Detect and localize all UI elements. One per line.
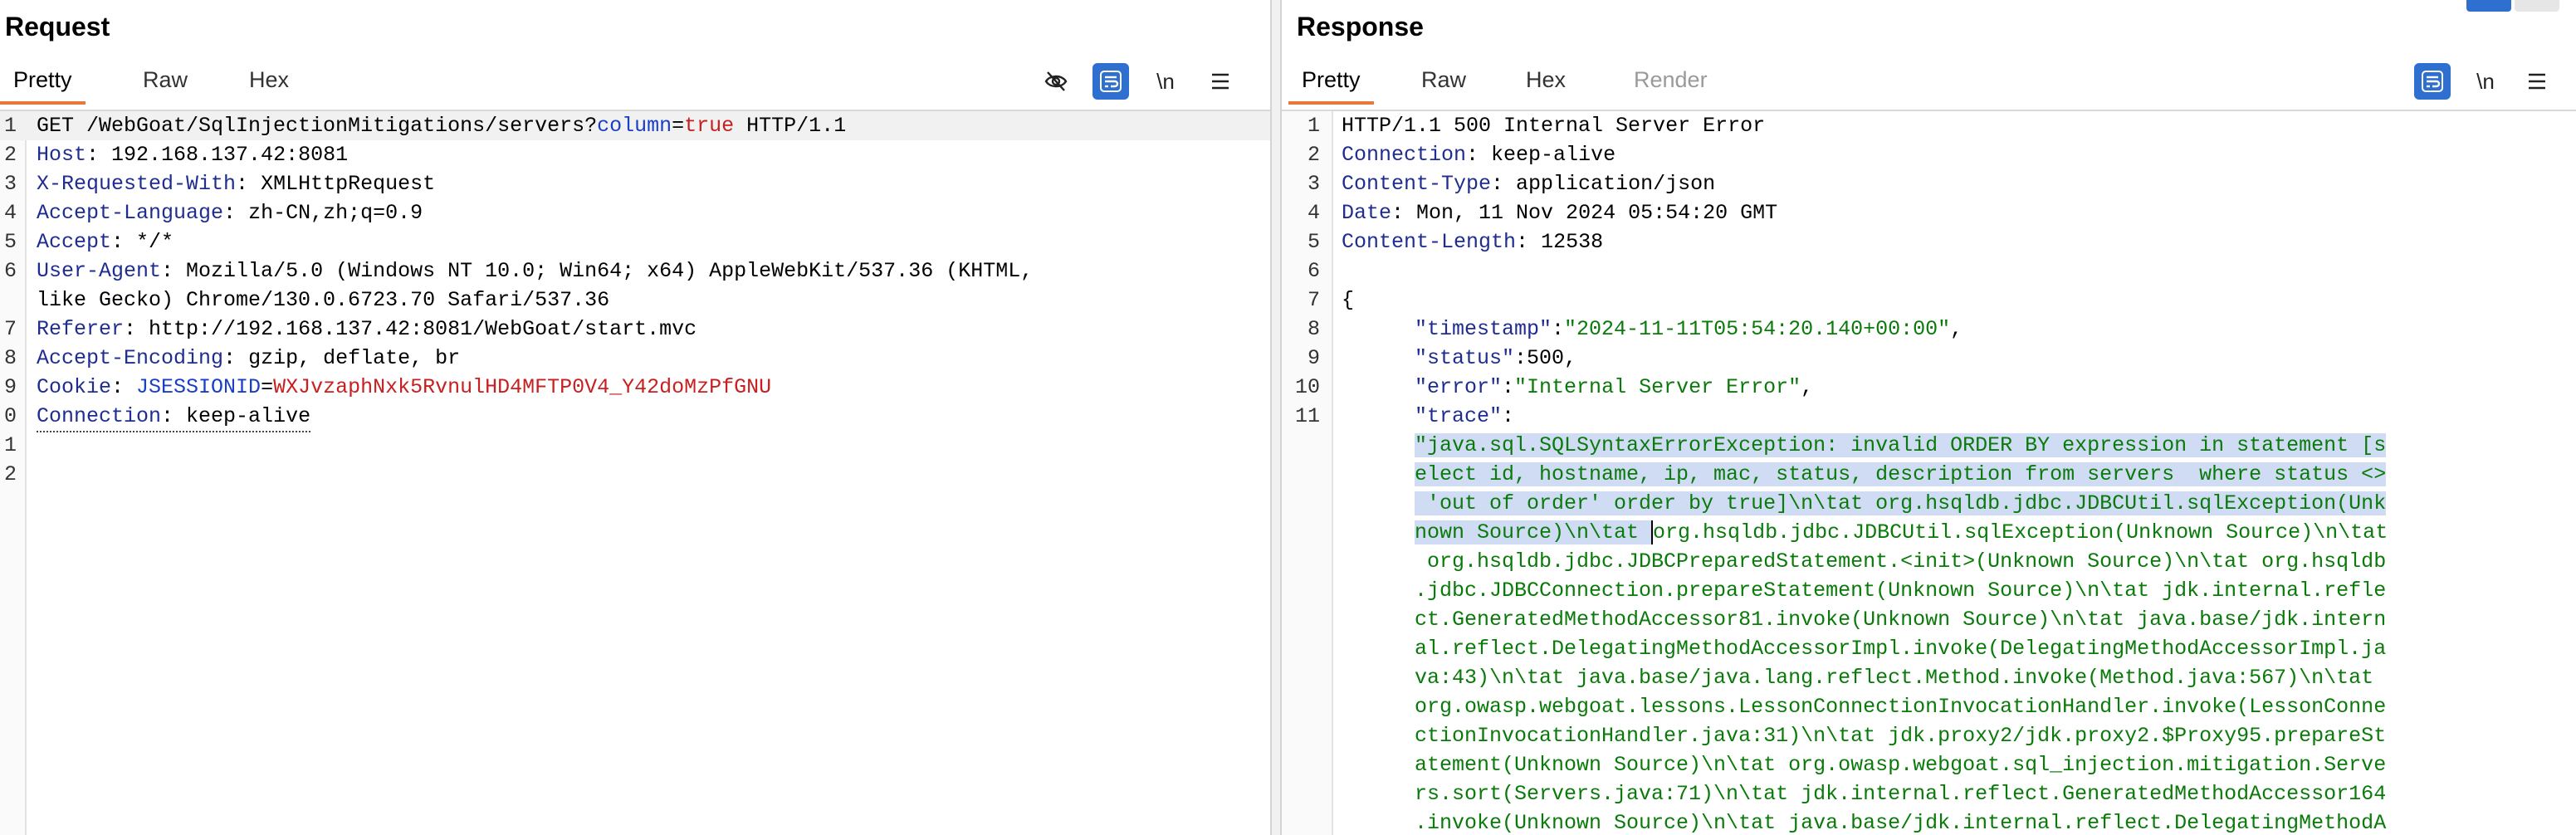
- request-tab-raw[interactable]: Raw: [130, 63, 201, 105]
- request-editor[interactable]: 1 GET /WebGoat/SqlInjectionMitigations/s…: [0, 111, 1270, 835]
- trace-line: .jdbc.JDBCConnection.prepareStatement(Un…: [1415, 579, 2387, 603]
- trace-value[interactable]: "java.sql.SQLSyntaxErrorException: inval…: [1415, 431, 2560, 835]
- response-status-line: 1 HTTP/1.1 500 Internal Server Error: [1307, 114, 1766, 138]
- response-title: Response: [1297, 12, 1424, 42]
- layout-toggle-icon[interactable]: [2466, 0, 2511, 12]
- response-panel: Response Pretty Raw Hex Render \n 1 HTTP…: [1282, 0, 2576, 835]
- response-tab-hex[interactable]: Hex: [1513, 63, 1579, 105]
- trace-line: .invoke(Unknown Source)\n\tat java.base/…: [1415, 811, 2387, 835]
- request-empty-line: 2: [3, 462, 17, 486]
- json-line: 10 "error":"Internal Server Error",: [1294, 375, 1814, 399]
- request-line: 1 GET /WebGoat/SqlInjectionMitigations/s…: [0, 111, 1270, 140]
- response-header-line: 4 Date: Mon, 11 Nov 2024 05:54:20 GMT: [1307, 201, 1778, 225]
- selected-text: "java.sql.SQLSyntaxErrorException: inval…: [1415, 433, 2387, 457]
- selected-text: elect id, hostname, ip, mac, status, des…: [1415, 462, 2387, 486]
- response-empty-line: 6: [1307, 259, 1320, 283]
- request-title: Request: [5, 12, 110, 42]
- menu-icon[interactable]: [1202, 63, 1239, 100]
- request-header-line: 0 Connection: keep-alive: [0, 402, 1270, 432]
- selected-text: 'out of order' order by true]\n\tat org.…: [1415, 491, 2387, 515]
- trace-line: org.owasp.webgoat.lessons.LessonConnecti…: [1415, 695, 2387, 719]
- json-line: 11 "trace":: [1294, 404, 1515, 428]
- response-header-line: 3 Content-Type: application/json: [1307, 172, 1716, 196]
- request-header-line: 5 Accept: */*: [3, 230, 174, 254]
- json-line: 7 {: [1307, 288, 1355, 312]
- request-header-line: 4 Accept-Language: zh-CN,zh;q=0.9: [3, 201, 423, 225]
- response-tab-raw[interactable]: Raw: [1408, 63, 1479, 105]
- request-header-line: 7 Referer: http://192.168.137.42:8081/We…: [3, 317, 697, 341]
- request-header-continuation: like Gecko) Chrome/130.0.6723.70 Safari/…: [37, 288, 610, 312]
- trace-line: ct.GeneratedMethodAccessor81.invoke(Unkn…: [1415, 608, 2387, 632]
- trace-line: ctionInvocationHandler.java:31)\n\tat jd…: [1415, 724, 2387, 748]
- selected-text: nown Source)\n\tat: [1415, 520, 1652, 544]
- request-tab-hex[interactable]: Hex: [236, 63, 302, 105]
- wrap-lines-icon[interactable]: [2414, 63, 2451, 100]
- request-tabbar: Pretty Raw Hex \n: [0, 53, 1270, 111]
- trace-line: va:43)\n\tat java.base/java.lang.reflect…: [1415, 666, 2374, 690]
- request-header-line: 2 Host: 192.168.137.42:8081: [3, 143, 349, 167]
- response-tab-pretty[interactable]: Pretty: [1288, 63, 1374, 105]
- request-header-line: 6 User-Agent: Mozilla/5.0 (Windows NT 10…: [3, 259, 1034, 283]
- request-empty-line: 1: [3, 433, 17, 457]
- trace-line: al.reflect.DelegatingMethodAccessorImpl.…: [1415, 637, 2387, 661]
- wrap-lines-icon[interactable]: [1092, 63, 1129, 100]
- response-tabbar: Pretty Raw Hex Render \n: [1282, 53, 2576, 111]
- panel-divider[interactable]: [1270, 0, 1282, 835]
- show-newlines-button[interactable]: \n: [1147, 63, 1184, 100]
- hide-nonprintable-icon[interactable]: [1038, 63, 1074, 100]
- response-header-line: 2 Connection: keep-alive: [1307, 143, 1616, 167]
- request-header-line: 3 X-Requested-With: XMLHttpRequest: [3, 172, 436, 196]
- trace-line: rs.sort(Servers.java:71)\n\tat jdk.inter…: [1415, 782, 2387, 806]
- trace-line: org.hsqldb.jdbc.JDBCPreparedStatement.<i…: [1415, 549, 2387, 574]
- response-header-line: 5 Content-Length: 12538: [1307, 230, 1604, 254]
- request-tab-pretty[interactable]: Pretty: [0, 63, 86, 105]
- menu-icon[interactable]: [2519, 63, 2555, 100]
- request-header-line: 8 Accept-Encoding: gzip, deflate, br: [3, 346, 461, 370]
- response-editor[interactable]: 1 HTTP/1.1 500 Internal Server Error 2 C…: [1282, 111, 2576, 835]
- json-line: 8 "timestamp":"2024-11-11T05:54:20.140+0…: [1307, 317, 1963, 341]
- trace-line: atement(Unknown Source)\n\tat org.owasp.…: [1415, 753, 2387, 777]
- response-tab-render[interactable]: Render: [1620, 63, 1721, 105]
- show-newlines-button[interactable]: \n: [2467, 63, 2504, 100]
- request-panel: Request Pretty Raw Hex \n 1 GET /WebGoat…: [0, 0, 1270, 835]
- layout-toggle-icon[interactable]: [2515, 0, 2559, 12]
- json-line: 9 "status":500,: [1307, 346, 1577, 370]
- request-cookie-line: 9 Cookie: JSESSIONID=WXJvzaphNxk5RvnulHD…: [3, 375, 772, 399]
